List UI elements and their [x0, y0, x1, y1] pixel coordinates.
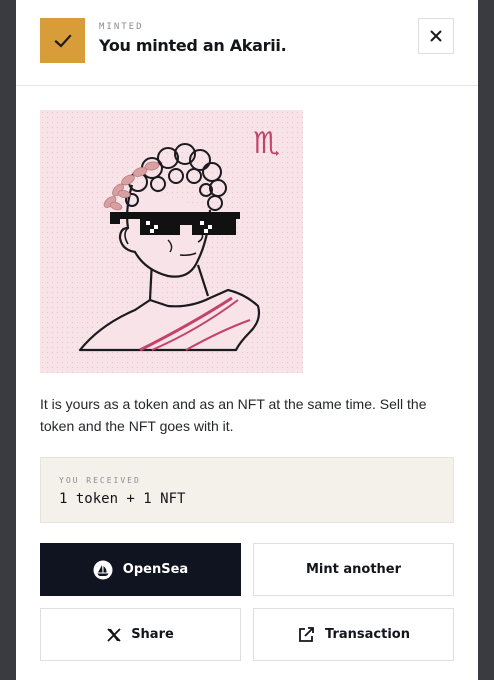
transaction-button[interactable]: Transaction	[253, 608, 454, 661]
status-badge	[40, 18, 85, 63]
checkmark-icon	[53, 33, 72, 48]
opensea-button[interactable]: OpenSea	[40, 543, 241, 596]
mint-another-button[interactable]: Mint another	[253, 543, 454, 596]
share-button[interactable]: Share	[40, 608, 241, 661]
opensea-label: OpenSea	[122, 562, 189, 577]
header-eyebrow: MINTED	[99, 22, 144, 32]
page-title: You minted an Akarii.	[99, 36, 287, 55]
nft-image: ♏	[40, 110, 303, 373]
zodiac-glyph: ♏	[253, 126, 280, 161]
received-value: 1 token + 1 NFT	[59, 491, 186, 507]
bust-illustration: ♏	[78, 126, 280, 352]
mint-success-modal: MINTED You minted an Akarii. ♏ It is you…	[16, 0, 478, 680]
modal-header: MINTED You minted an Akarii.	[16, 0, 478, 86]
opensea-icon	[93, 560, 113, 580]
nft-description: It is yours as a token and as an NFT at …	[40, 396, 427, 434]
transaction-label: Transaction	[325, 627, 410, 642]
external-link-icon	[297, 626, 315, 644]
close-icon	[430, 30, 442, 42]
x-logo-icon	[107, 627, 121, 642]
mint-another-label: Mint another	[305, 562, 402, 577]
share-label: Share	[131, 627, 174, 642]
close-button[interactable]	[418, 18, 454, 54]
received-panel: YOU RECEIVED 1 token + 1 NFT	[40, 457, 454, 523]
received-label: YOU RECEIVED	[59, 476, 141, 485]
